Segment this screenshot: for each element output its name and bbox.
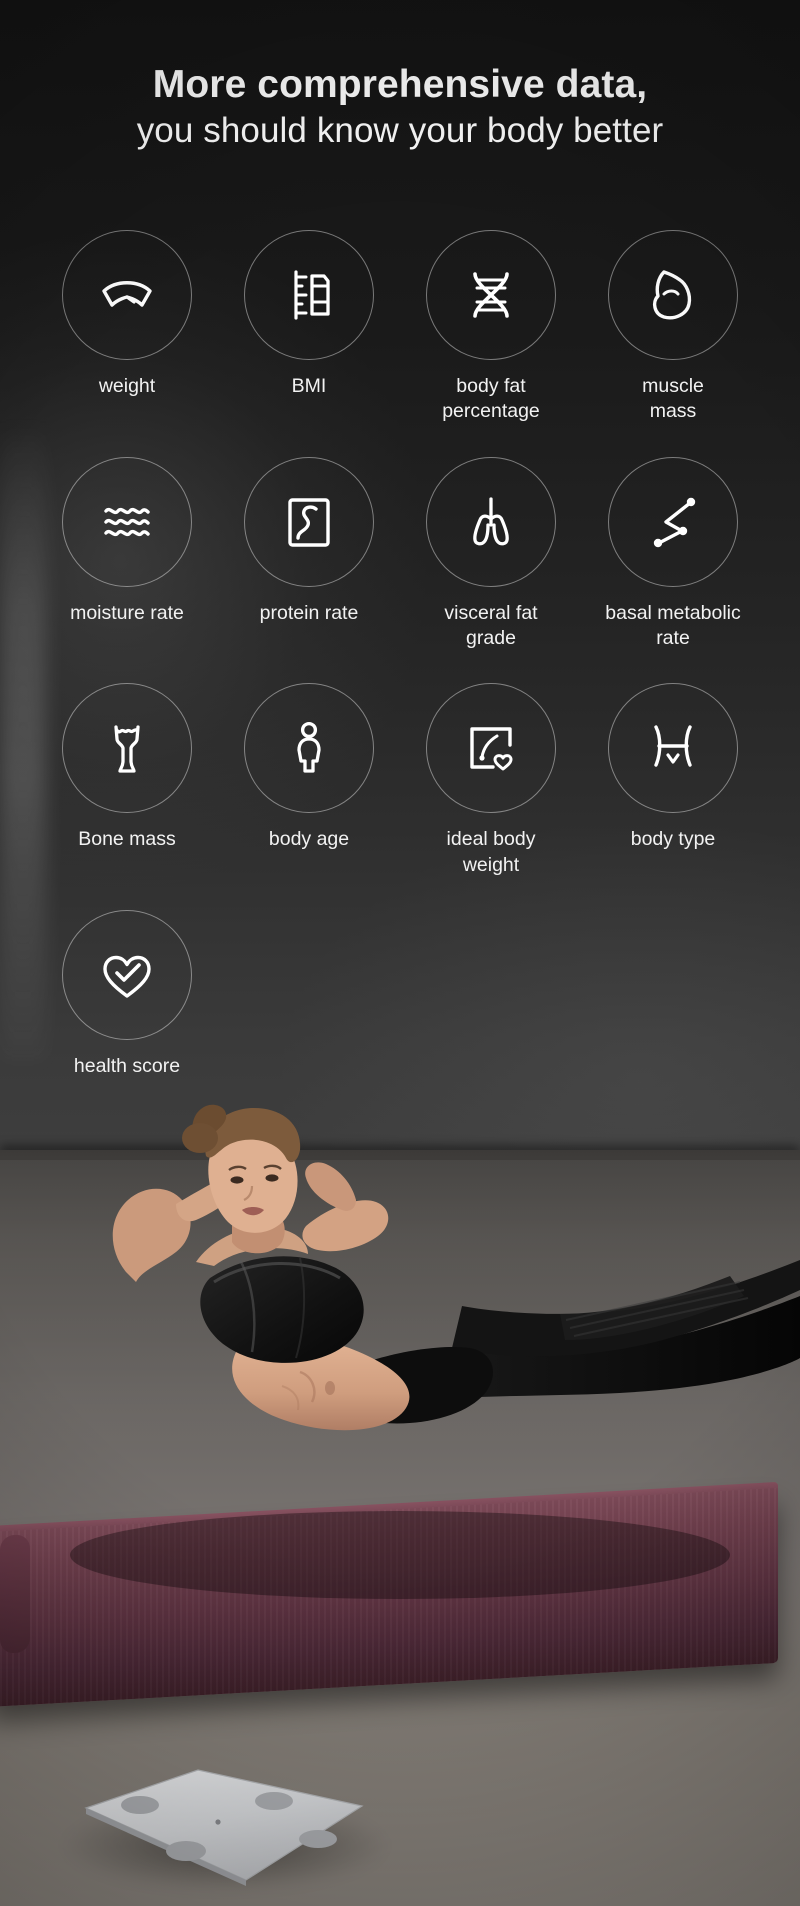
- feature-label: protein rate: [259, 601, 359, 624]
- feature-label: Bone mass: [78, 828, 176, 851]
- lungs-icon: [473, 497, 509, 546]
- feature-item-bmi[interactable]: BMI: [218, 230, 400, 425]
- product-feature-page: More comprehensive data, you should know…: [0, 0, 800, 1906]
- feature-label: moisture rate: [70, 601, 184, 624]
- page-title: More comprehensive data, you should know…: [0, 62, 800, 153]
- feature-item-body-type[interactable]: body type: [582, 683, 764, 878]
- feature-icon-circle: [608, 683, 738, 814]
- feature-item-body-fat-percentage[interactable]: body fat percentage: [400, 230, 582, 425]
- feature-label: body age: [268, 828, 350, 851]
- heart-check-icon: [103, 955, 151, 998]
- feature-icon-circle: [426, 230, 556, 360]
- feature-item-muscle-mass[interactable]: muscle mass: [582, 230, 764, 425]
- headline-line-2: you should know your body better: [136, 111, 664, 151]
- feature-label: basal metabolic rate: [605, 601, 741, 650]
- feature-grid: weight BMI body fat percentage muscle ma…: [36, 230, 764, 1079]
- feature-icon-circle: [244, 456, 374, 587]
- body-fat-scale: [78, 1768, 366, 1886]
- feature-item-visceral-fat-grade[interactable]: visceral fat grade: [400, 456, 582, 652]
- feature-icon-circle: [62, 230, 192, 360]
- protein-icon: [288, 497, 330, 547]
- feature-icon-circle: [608, 456, 738, 587]
- waves-icon: [104, 507, 150, 536]
- feature-item-ideal-body-weight[interactable]: ideal body weight: [400, 683, 582, 878]
- feature-item-moisture-rate[interactable]: moisture rate: [36, 456, 218, 652]
- feature-item-basal-metabolic-rate[interactable]: basal metabolic rate: [582, 456, 764, 652]
- feature-item-protein-rate[interactable]: protein rate: [218, 456, 400, 652]
- scale-device: [84, 1769, 364, 1886]
- feature-label: ideal body weight: [446, 828, 536, 876]
- feature-item-body-age[interactable]: body age: [218, 683, 400, 878]
- metabolism-icon: [653, 497, 696, 547]
- feature-label: body type: [630, 828, 716, 851]
- feature-icon-circle: [426, 683, 556, 814]
- bone-icon: [114, 725, 140, 774]
- feature-item-weight[interactable]: weight: [36, 230, 218, 425]
- heart-gauge-icon: [470, 727, 513, 771]
- lifestyle-photo: [0, 1100, 800, 1906]
- feature-icon-circle: [608, 230, 738, 360]
- feature-icon-circle: [244, 683, 374, 814]
- gauge-icon: [102, 281, 152, 307]
- feature-icon-circle: [62, 910, 192, 1041]
- feature-icon-circle: [244, 230, 374, 360]
- bicep-icon: [652, 270, 692, 320]
- feature-label: weight: [98, 375, 156, 397]
- ruler-icon: [294, 270, 330, 320]
- feature-label: body fat percentage: [442, 375, 540, 423]
- feature-label: health score: [73, 1055, 181, 1078]
- feature-label: BMI: [291, 375, 327, 397]
- feature-label: visceral fat grade: [444, 601, 538, 650]
- headline-line-1: More comprehensive data,: [152, 63, 648, 106]
- feature-icon-circle: [426, 456, 556, 587]
- dna-icon: [473, 272, 509, 318]
- body-type-icon: [654, 725, 692, 768]
- feature-icon-circle: [62, 456, 192, 587]
- person-icon: [297, 722, 321, 774]
- feature-item-bone-mass[interactable]: Bone mass: [36, 683, 218, 878]
- feature-icon-circle: [62, 683, 192, 814]
- feature-label: muscle mass: [642, 375, 704, 423]
- feature-item-health-score[interactable]: health score: [36, 910, 218, 1079]
